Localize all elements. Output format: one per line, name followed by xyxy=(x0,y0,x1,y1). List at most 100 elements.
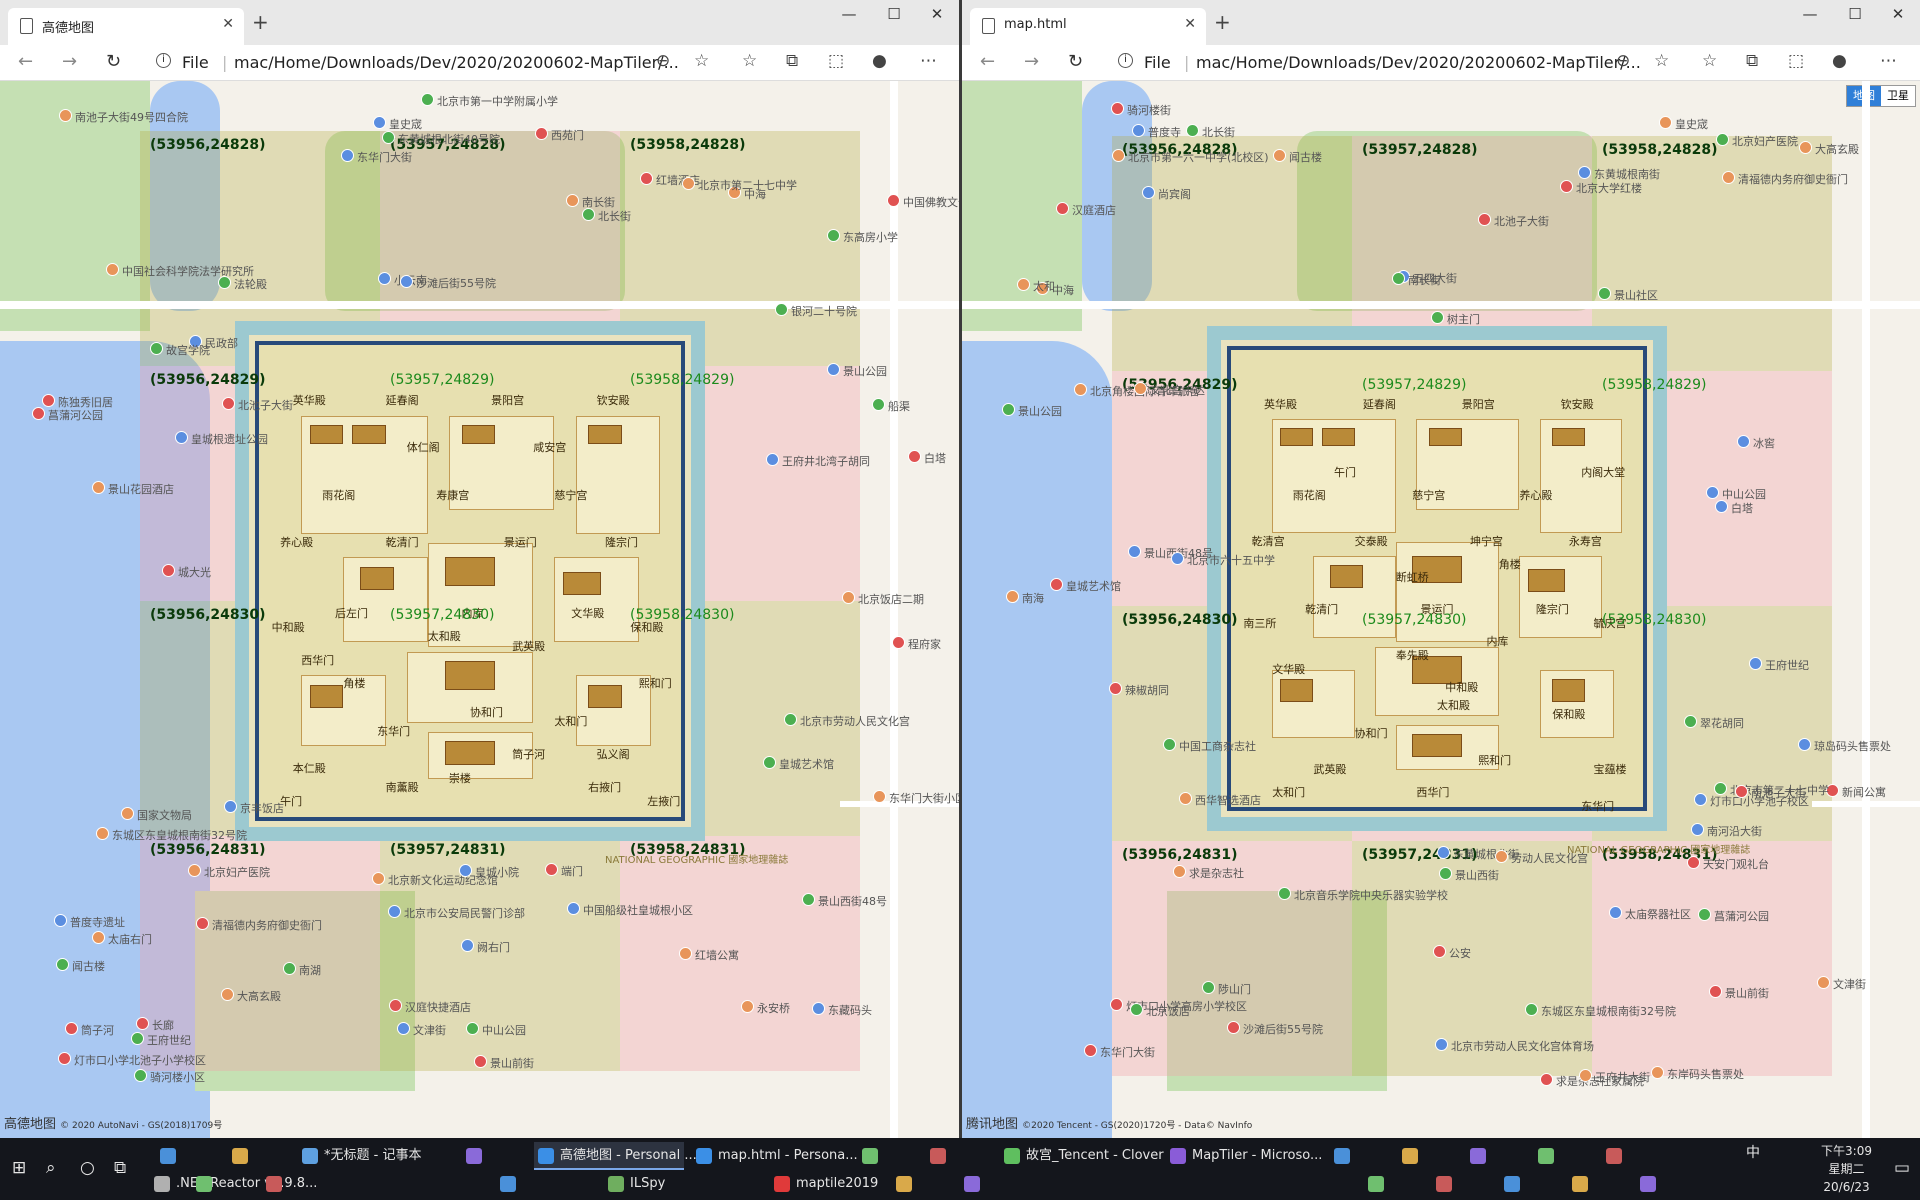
place-label[interactable]: 中海 xyxy=(1052,282,1074,298)
place-label[interactable]: 景山前街 xyxy=(1725,985,1769,1001)
more-menu-icon[interactable]: ⋯ xyxy=(1880,51,1897,71)
place-label[interactable]: 菖蒲河公园 xyxy=(48,407,103,423)
taskbar-app-button[interactable]: .NET Reactor v5.9.8... xyxy=(150,1170,596,1198)
poi-marker-icon[interactable] xyxy=(1579,1069,1592,1082)
poi-marker-icon[interactable] xyxy=(1714,782,1727,795)
place-label[interactable]: 皇城艺术馆 xyxy=(779,756,834,772)
poi-marker-icon[interactable] xyxy=(175,431,188,444)
place-label[interactable]: 南湖 xyxy=(299,962,321,978)
place-label[interactable]: 辣椒胡同 xyxy=(1125,682,1169,698)
pinned-app-icon[interactable] xyxy=(964,1176,980,1192)
pinned-app-icon[interactable] xyxy=(1470,1148,1486,1164)
place-label[interactable]: 东黄城根北街 xyxy=(1453,846,1519,862)
url-text[interactable]: mac/Home/Downloads/Dev/2020/20200602-Map… xyxy=(1196,53,1641,72)
maximize-button[interactable]: ☐ xyxy=(874,5,914,23)
place-label[interactable]: 汉庭酒店 xyxy=(1072,202,1116,218)
poi-marker-icon[interactable] xyxy=(1691,823,1704,836)
poi-marker-icon[interactable] xyxy=(1056,202,1069,215)
poi-marker-icon[interactable] xyxy=(65,1022,78,1035)
place-label[interactable]: 南河沿大街 xyxy=(1707,823,1762,839)
forbidden-city-palace[interactable]: 英华殿 延春阁 景阳宫 钦安殿 雨花阁 寿康宫 慈宁宫 养心殿 乾清门 景运门 隆宗门 后左门 内库 文华… xyxy=(235,321,705,841)
place-label[interactable]: 北京市劳动人民文化宫 xyxy=(800,713,910,729)
place-label[interactable]: 灯市口小学北池子小学校区 xyxy=(74,1052,206,1068)
place-label[interactable]: 东华门大街小区 xyxy=(889,790,959,806)
poi-marker-icon[interactable] xyxy=(372,872,385,885)
place-label[interactable]: 景山公园 xyxy=(1018,403,1062,419)
place-label[interactable]: 普度寺 xyxy=(1148,124,1181,140)
place-label[interactable]: 王府世纪 xyxy=(1765,657,1809,673)
place-label[interactable]: 北京妇产医院 xyxy=(204,864,270,880)
poi-marker-icon[interactable] xyxy=(1173,865,1186,878)
place-label[interactable]: 文津街 xyxy=(1833,976,1866,992)
poi-marker-icon[interactable] xyxy=(1737,435,1750,448)
poi-marker-icon[interactable] xyxy=(1128,545,1141,558)
place-label[interactable]: 清福德内务府御史衙门 xyxy=(212,917,322,933)
poi-marker-icon[interactable] xyxy=(131,1032,144,1045)
place-label[interactable]: 景山花园酒店 xyxy=(108,481,174,497)
pinned-app-icon[interactable] xyxy=(1436,1176,1452,1192)
place-label[interactable]: 南池子大街 xyxy=(1751,785,1806,801)
place-label[interactable]: 太庙祭器社区 xyxy=(1625,906,1691,922)
taskbar-app-button[interactable]: *无标题 - 记事本 xyxy=(298,1142,526,1170)
poi-marker-icon[interactable] xyxy=(1017,278,1030,291)
pinned-app-icon[interactable] xyxy=(1572,1176,1588,1192)
minimize-button[interactable]: — xyxy=(829,5,869,23)
place-label[interactable]: 银河二十号院 xyxy=(791,303,857,319)
place-label[interactable]: 景山西街48号 xyxy=(818,893,887,909)
back-icon[interactable]: ← xyxy=(980,51,995,72)
place-label[interactable]: 西华智选酒店 xyxy=(1195,792,1261,808)
place-label[interactable]: 北京市六十五中学 xyxy=(1187,552,1275,568)
taskbar-app-button[interactable]: 故宫_Tencent - Clover xyxy=(1000,1142,1164,1170)
taskbar-app-button[interactable]: 高德地图 - Personal ... xyxy=(534,1142,697,1170)
poi-marker-icon[interactable] xyxy=(461,939,474,952)
place-label[interactable]: 阙右门 xyxy=(477,939,510,955)
poi-marker-icon[interactable] xyxy=(1716,133,1729,146)
new-tab-button[interactable]: + xyxy=(252,10,269,34)
poi-marker-icon[interactable] xyxy=(1478,213,1491,226)
poi-marker-icon[interactable] xyxy=(222,397,235,410)
poi-marker-icon[interactable] xyxy=(763,756,776,769)
poi-marker-icon[interactable] xyxy=(1050,578,1063,591)
place-label[interactable]: 菖蒲河公园 xyxy=(1714,908,1769,924)
poi-marker-icon[interactable] xyxy=(1112,149,1125,162)
cortana-icon[interactable]: ○ xyxy=(80,1158,95,1178)
poi-marker-icon[interactable] xyxy=(566,194,579,207)
poi-marker-icon[interactable] xyxy=(1722,171,1735,184)
place-label[interactable]: 北京市公安局民警门诊部 xyxy=(404,905,525,921)
profile-avatar-icon[interactable]: ● xyxy=(872,51,887,71)
place-label[interactable]: 程府家 xyxy=(908,636,941,652)
taskbar-app-button[interactable]: maptile2019 xyxy=(770,1170,960,1198)
info-icon[interactable]: i xyxy=(156,53,171,68)
poi-marker-icon[interactable] xyxy=(802,893,815,906)
place-label[interactable]: 北京大学红楼 xyxy=(1576,180,1642,196)
poi-marker-icon[interactable] xyxy=(1706,486,1719,499)
poi-marker-icon[interactable] xyxy=(1110,998,1123,1011)
poi-marker-icon[interactable] xyxy=(1074,383,1087,396)
place-label[interactable]: 天安门观礼台 xyxy=(1703,856,1769,872)
poi-marker-icon[interactable] xyxy=(784,713,797,726)
place-label[interactable]: 北京饭店 xyxy=(1146,1003,1190,1019)
place-label[interactable]: 皇城小院 xyxy=(475,864,519,880)
place-label[interactable]: 永安桥 xyxy=(757,1000,790,1016)
close-window-button[interactable]: ✕ xyxy=(1878,5,1918,23)
poi-marker-icon[interactable] xyxy=(162,564,175,577)
tab-map-html[interactable]: map.html ✕ xyxy=(970,8,1206,45)
poi-marker-icon[interactable] xyxy=(1735,785,1748,798)
pinned-app-icon[interactable] xyxy=(1640,1176,1656,1192)
place-label[interactable]: 东高房小学 xyxy=(843,229,898,245)
poi-marker-icon[interactable] xyxy=(1435,1038,1448,1051)
place-label[interactable]: 南海 xyxy=(1022,590,1044,606)
place-label[interactable]: 皇城艺术馆 xyxy=(1066,578,1121,594)
poi-marker-icon[interactable] xyxy=(827,229,840,242)
place-label[interactable]: 清福德内务府御史衙门 xyxy=(1738,171,1848,187)
place-label[interactable]: 北京妇产医院 xyxy=(1732,133,1798,149)
url-text[interactable]: mac/Home/Downloads/Dev/2020/20200602-Map… xyxy=(234,53,679,72)
poi-marker-icon[interactable] xyxy=(1002,403,1015,416)
place-label[interactable]: 北京饭店二期 xyxy=(858,591,924,607)
poi-marker-icon[interactable] xyxy=(872,398,885,411)
pinned-app-icon[interactable] xyxy=(1606,1148,1622,1164)
pinned-app-icon[interactable] xyxy=(1538,1148,1554,1164)
place-label[interactable]: 文津街 xyxy=(413,1022,446,1038)
place-label[interactable]: 景山前街 xyxy=(490,1055,534,1071)
poi-marker-icon[interactable] xyxy=(96,827,109,840)
